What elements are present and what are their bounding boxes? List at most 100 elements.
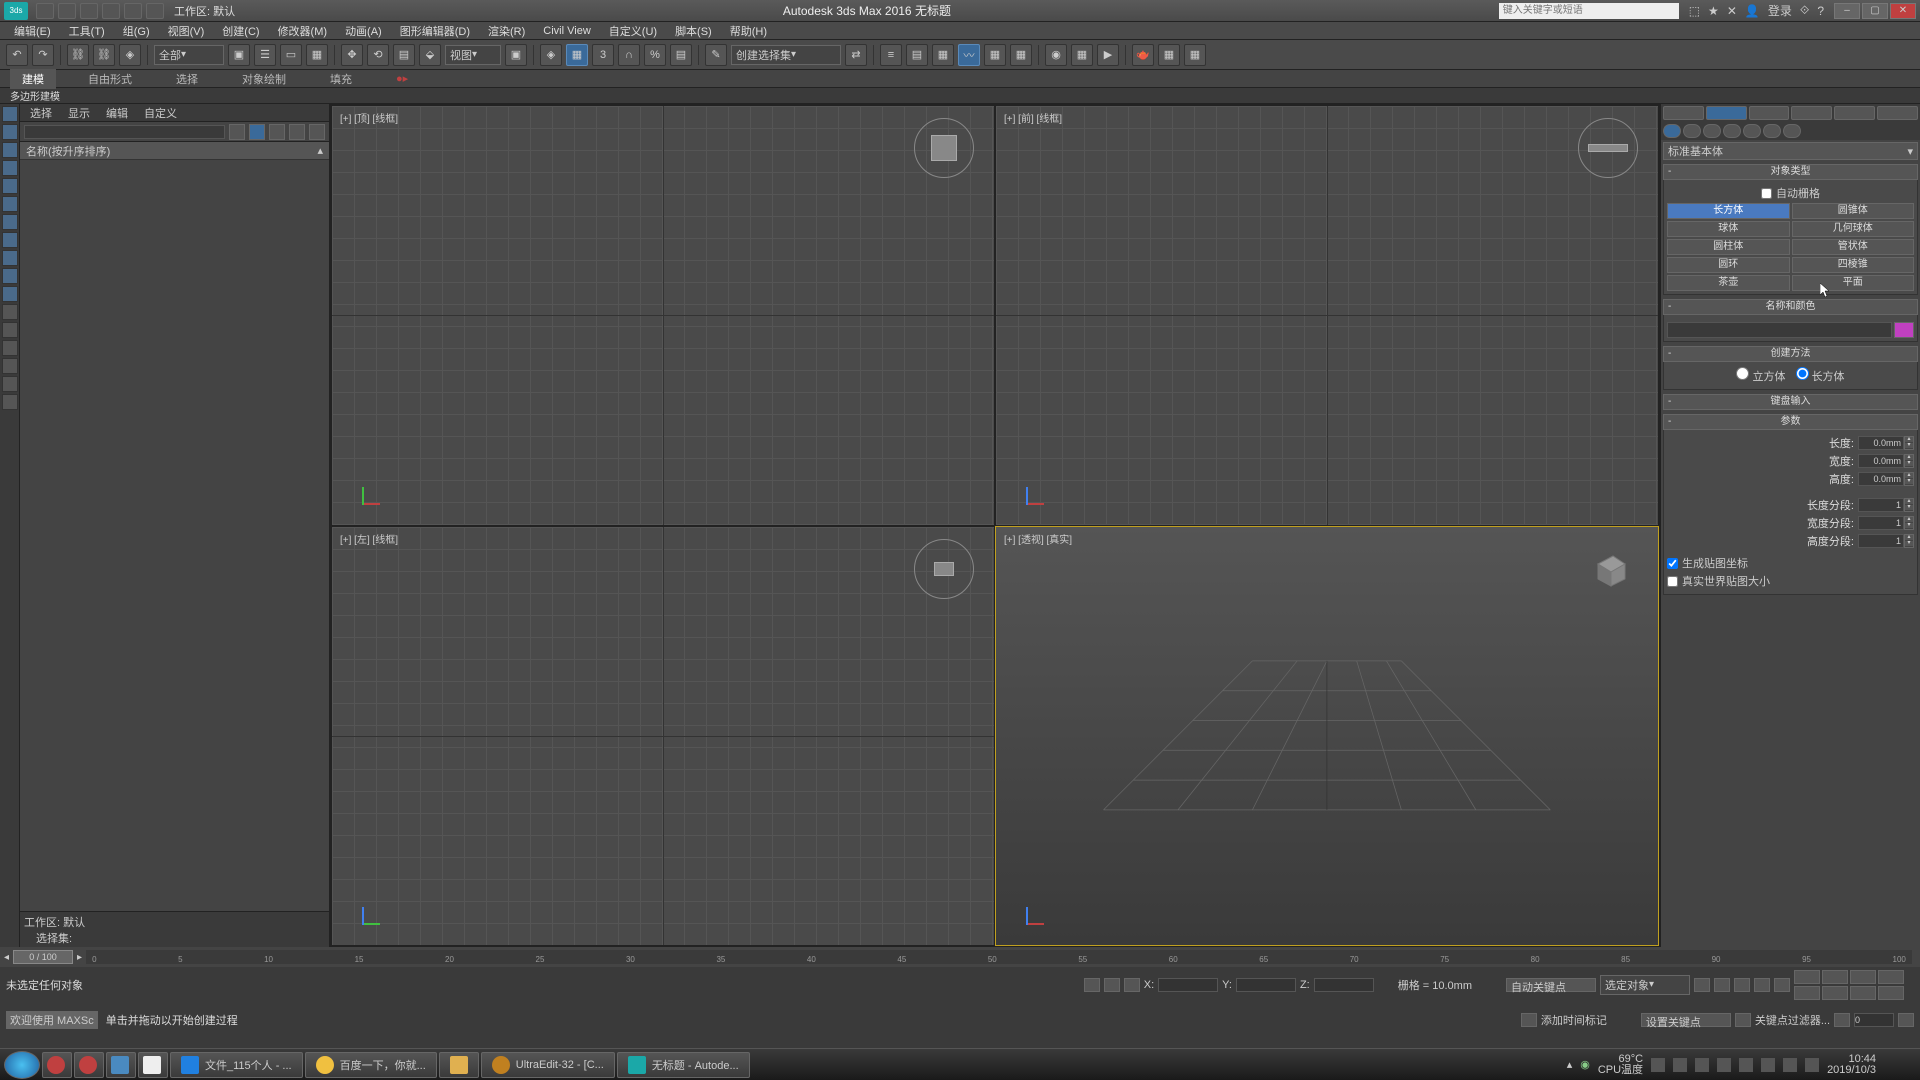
scene-sort-icon[interactable] [289,124,305,140]
nav-orbit[interactable] [1850,986,1876,1000]
scene-tab-edit[interactable]: 编辑 [106,105,128,121]
scene-search-input[interactable] [24,125,225,139]
radio-cube[interactable] [1736,367,1749,380]
viewcube-left[interactable] [914,539,974,599]
li-14[interactable] [2,340,18,356]
obj-cylinder[interactable]: 圆柱体 [1667,239,1790,255]
render-setup[interactable]: ◉ [1045,44,1067,66]
lock-icon[interactable] [1104,978,1120,992]
menu-custom[interactable]: 自定义(U) [601,21,665,41]
ribbon-tab-freeform[interactable]: 自由形式 [76,69,144,89]
cat-geometry[interactable] [1663,124,1681,138]
rect-select-button[interactable]: ▭ [280,44,302,66]
setkey-button[interactable]: 设置关键点 [1641,1013,1731,1027]
scene-cfg-icon[interactable] [309,124,325,140]
save-icon[interactable] [80,3,98,19]
menu-script[interactable]: 脚本(S) [667,21,720,41]
scene-clear-icon[interactable] [229,124,245,140]
task-1[interactable]: 文件_115个人 - ... [170,1052,303,1078]
length-input[interactable] [1858,436,1904,450]
tray-2[interactable] [1673,1058,1687,1072]
maximize-button[interactable]: ▢ [1862,3,1888,19]
redo-button[interactable]: ↷ [32,44,54,66]
undo-button[interactable]: ↶ [6,44,28,66]
cmd-tab-modify[interactable] [1706,106,1747,120]
ribbon-tab-fill[interactable]: 填充 [318,69,364,89]
obj-tube[interactable]: 管状体 [1792,239,1915,255]
li-2[interactable] [2,124,18,140]
welcome-btn[interactable]: 欢迎使用 MAXSc [6,1011,98,1029]
lseg-spinner[interactable]: ▴▾ [1904,498,1914,512]
pinned-3[interactable] [106,1052,136,1078]
menu-create[interactable]: 创建(C) [214,21,267,41]
ro-method-hdr[interactable]: 创建方法 [1663,346,1918,362]
ribbon-tab-model[interactable]: 建模 [10,69,56,89]
render-active[interactable]: ▦ [1184,44,1206,66]
geometry-type-dropdown[interactable]: 标准基本体▾ [1663,142,1918,160]
obj-plane[interactable]: 平面 [1792,275,1915,291]
play-prev[interactable] [1714,978,1730,992]
real-world-checkbox[interactable] [1667,576,1678,587]
bind-button[interactable]: ◈ [119,44,141,66]
vp-front-label[interactable]: [+] [前] [线框] [1004,110,1062,125]
wseg-input[interactable] [1858,516,1904,530]
nav-zoom[interactable] [1794,970,1820,984]
cat-lights[interactable] [1703,124,1721,138]
height-input[interactable] [1858,472,1904,486]
ro-objtype-hdr[interactable]: 对象类型 [1663,164,1918,180]
width-input[interactable] [1858,454,1904,468]
task-3[interactable] [439,1052,479,1078]
li-1[interactable] [2,106,18,122]
open-icon[interactable] [58,3,76,19]
nav-region[interactable] [1878,970,1904,984]
obj-cone[interactable]: 圆锥体 [1792,203,1915,219]
nav-fov[interactable] [1850,970,1876,984]
gen-uv-checkbox[interactable] [1667,558,1678,569]
angle-snap[interactable]: 3 [592,44,614,66]
object-name-input[interactable] [1667,322,1892,338]
autogrid-checkbox[interactable] [1761,188,1772,199]
li-17[interactable] [2,394,18,410]
obj-pyramid[interactable]: 四棱锥 [1792,257,1915,273]
tray-6[interactable] [1761,1058,1775,1072]
pivot-button[interactable]: ▣ [505,44,527,66]
scene-tab-select[interactable]: 选择 [30,105,52,121]
menu-tools[interactable]: 工具(T) [61,21,113,41]
add-marker[interactable]: 添加时间标记 [1541,1012,1607,1028]
scene-column-header[interactable]: 名称(按升序排序)▴ [20,142,329,160]
user-icon[interactable]: 👤 [1745,4,1760,18]
render-prod[interactable]: 🫖 [1132,44,1154,66]
rotate-button[interactable]: ⟲ [367,44,389,66]
scale-button[interactable]: ▤ [393,44,415,66]
cmd-tab-util[interactable] [1877,106,1918,120]
play-play[interactable] [1734,978,1750,992]
key-icon[interactable]: ✕ [1727,4,1737,18]
color-swatch[interactable] [1894,322,1914,338]
ro-name-hdr[interactable]: 名称和颜色 [1663,299,1918,315]
task-2[interactable]: 百度一下，你就... [305,1052,437,1078]
viewcube-front[interactable] [1578,118,1638,178]
obj-geosphere[interactable]: 几何球体 [1792,221,1915,237]
li-12[interactable] [2,304,18,320]
named-sel-set[interactable]: 创建选择集 ▾ [731,45,841,65]
frame-input[interactable] [1854,1013,1894,1027]
cat-helpers[interactable] [1743,124,1761,138]
temp-icon[interactable]: ◉ [1580,1058,1590,1071]
tray-3[interactable] [1695,1058,1709,1072]
menu-graph[interactable]: 图形编辑器(D) [392,21,478,41]
ref-coord[interactable]: 视图 ▾ [445,45,501,65]
selection-filter[interactable]: 全部 ▾ [154,45,224,65]
tray-up-icon[interactable]: ▴ [1567,1058,1573,1071]
li-11[interactable] [2,286,18,302]
schematic-view[interactable]: ▦ [984,44,1006,66]
viewport-left[interactable]: [+] [左] [线框] [332,527,994,946]
menu-modifier[interactable]: 修改器(M) [270,21,336,41]
wseg-spinner[interactable]: ▴▾ [1904,516,1914,530]
isolate-icon[interactable] [1084,978,1100,992]
material-editor[interactable]: ▦ [1010,44,1032,66]
link-icon[interactable] [146,3,164,19]
cmd-tab-display[interactable] [1834,106,1875,120]
cmd-tab-hierarchy[interactable] [1749,106,1790,120]
tray-5[interactable] [1739,1058,1753,1072]
render-button[interactable]: ▶ [1097,44,1119,66]
